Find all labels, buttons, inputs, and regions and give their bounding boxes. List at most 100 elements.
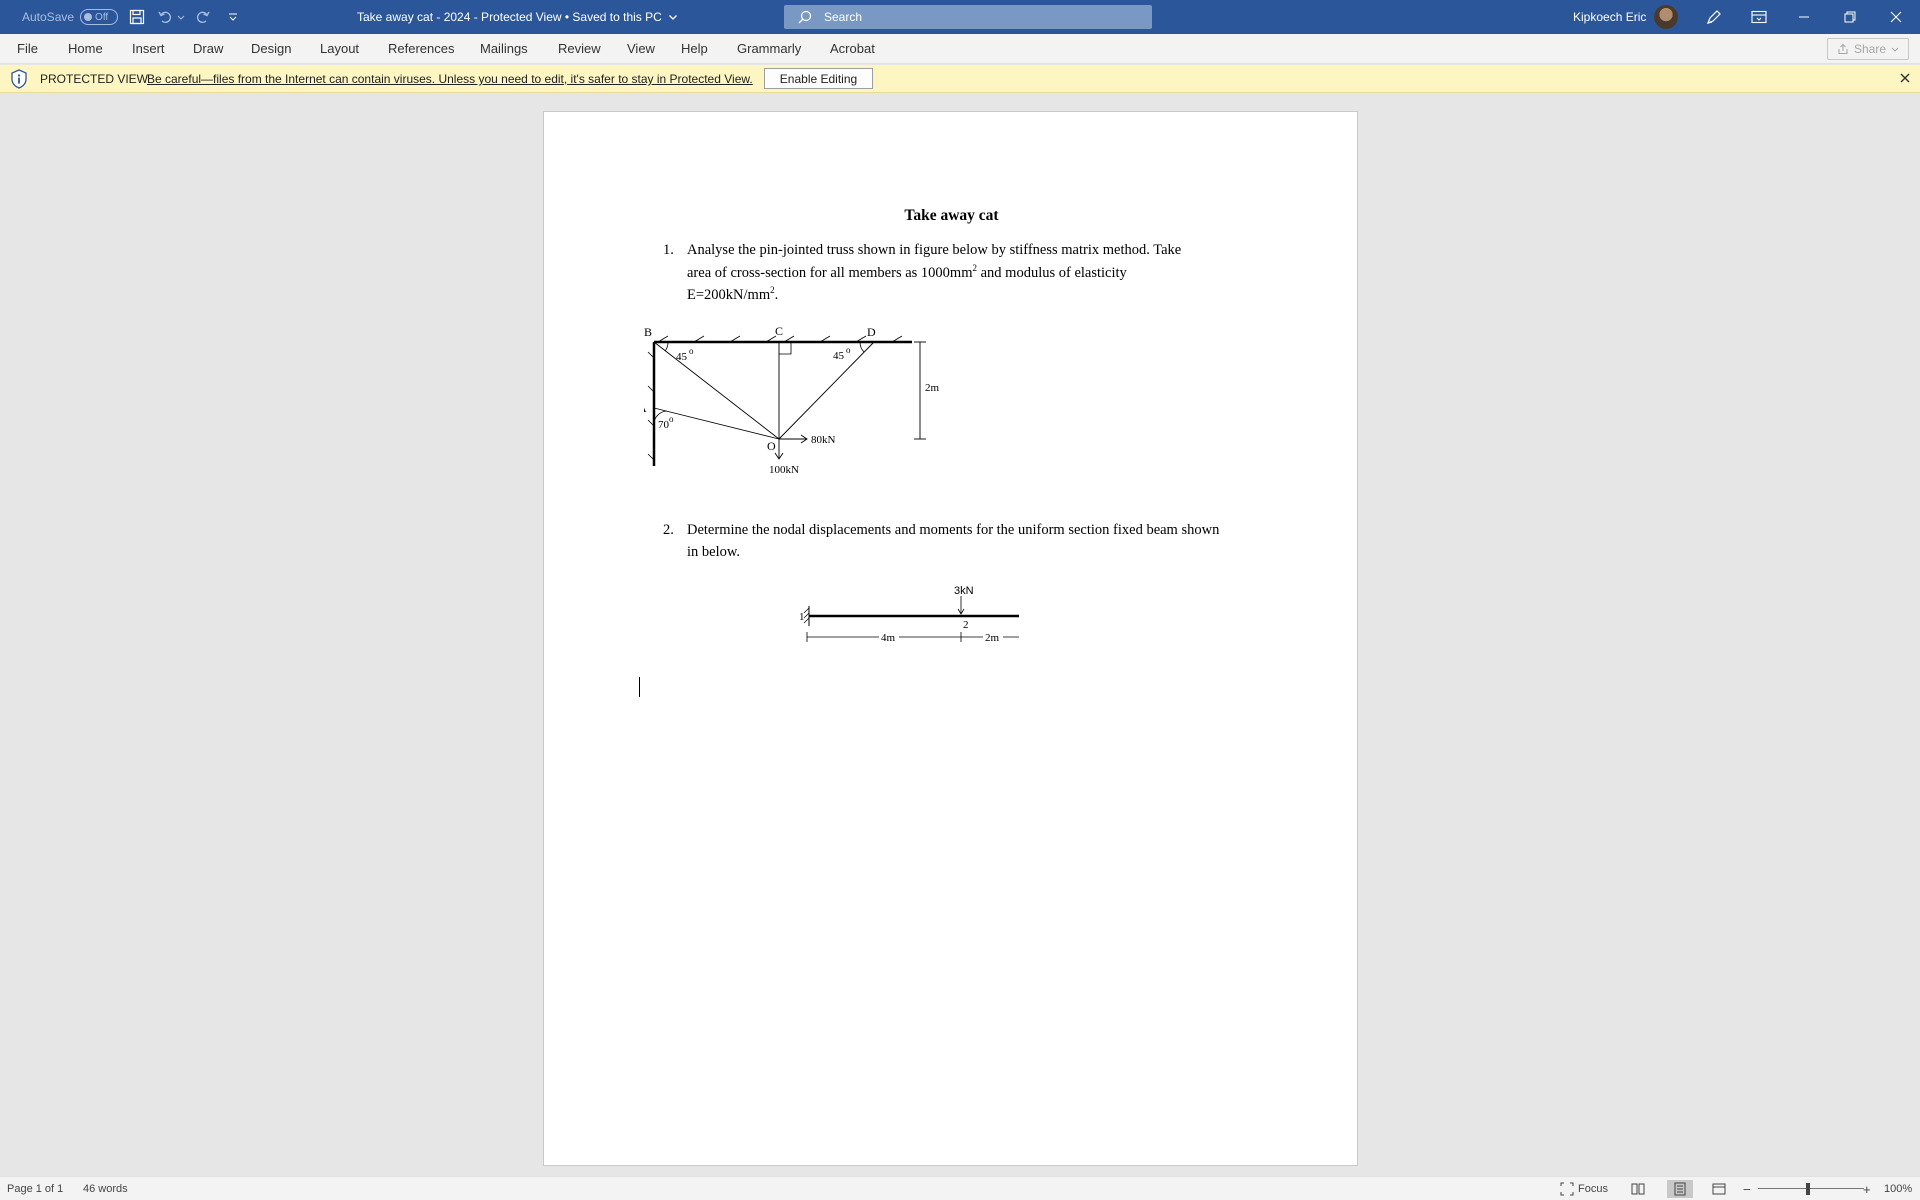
minimize-button[interactable]	[1781, 0, 1827, 34]
question-2-line-2: in below.	[687, 544, 741, 560]
read-mode-button[interactable]	[1625, 1180, 1651, 1198]
pen-icon[interactable]	[1703, 7, 1725, 27]
q1-line2-b: and modulus of elasticity	[976, 264, 1127, 281]
customize-quick-access-icon[interactable]	[224, 8, 242, 26]
autosave-switch[interactable]: Off	[80, 9, 119, 25]
angle-arc-b	[664, 341, 669, 352]
angle-d-degree: o	[846, 345, 851, 355]
span-2-label: 2m	[985, 632, 1000, 644]
title-bar: AutoSave Off Take away cat - 2024 - Prot…	[0, 0, 1920, 34]
question-1-line-3: E=200kN/mm2.	[687, 285, 778, 304]
chevron-down-icon	[668, 15, 677, 20]
word-count[interactable]: 46 words	[83, 1177, 128, 1200]
close-icon	[1890, 11, 1902, 23]
label-c: C	[775, 324, 783, 338]
avatar[interactable]	[1654, 5, 1678, 29]
share-icon	[1838, 43, 1848, 54]
zoom-in-button[interactable]: +	[1863, 1177, 1871, 1200]
label-d: D	[867, 325, 876, 339]
q1-line3-b: .	[774, 286, 779, 303]
label-o: O	[767, 439, 776, 453]
right-angle-mark	[779, 342, 792, 355]
autosave-toggle[interactable]: AutoSave Off	[22, 0, 119, 34]
restore-icon	[1844, 11, 1856, 23]
print-layout-icon	[1674, 1182, 1686, 1196]
chevron-down-icon	[1891, 47, 1899, 52]
focus-label: Focus	[1578, 1183, 1608, 1195]
zoom-out-button[interactable]: −	[1743, 1177, 1751, 1200]
share-button[interactable]: Share	[1827, 38, 1909, 60]
restore-button[interactable]	[1827, 0, 1873, 34]
load-3kn-label: 3kN	[954, 585, 974, 597]
tab-layout[interactable]: Layout	[320, 34, 359, 64]
height-label: 2m	[925, 382, 940, 394]
text-cursor	[639, 677, 640, 697]
close-icon[interactable]	[1896, 69, 1914, 87]
question-2-number: 2.	[663, 522, 674, 538]
close-window-button[interactable]	[1873, 0, 1919, 34]
page-count[interactable]: Page 1 of 1	[7, 1177, 63, 1200]
tab-mailings[interactable]: Mailings	[480, 34, 528, 64]
q1-line3-a: E=200kN/mm	[687, 286, 771, 303]
web-layout-button[interactable]	[1706, 1180, 1732, 1198]
question-2-line-1: Determine the nodal displacements and mo…	[687, 522, 1220, 538]
tab-review[interactable]: Review	[558, 34, 601, 64]
protected-view-message[interactable]: Be careful—files from the Internet can c…	[147, 65, 753, 93]
node-1-label: 1	[799, 611, 805, 623]
angle-d: 45	[833, 350, 845, 362]
ribbon-tabs: File Home Insert Draw Design Layout Refe…	[0, 34, 1920, 64]
web-layout-icon	[1712, 1183, 1726, 1195]
node-2-label: 2	[963, 619, 969, 631]
question-1-number: 1.	[663, 242, 674, 258]
share-label: Share	[1853, 42, 1887, 56]
tab-help[interactable]: Help	[681, 34, 708, 64]
autosave-state: Off	[95, 11, 109, 23]
protected-view-bar: PROTECTED VIEW Be careful—files from the…	[0, 65, 1920, 93]
status-bar: Page 1 of 1 46 words Focus − + 100%	[0, 1176, 1920, 1200]
span-1-label: 4m	[881, 632, 896, 644]
document-page[interactable]: Take away cat 1. Analyse the pin-jointed…	[543, 111, 1358, 1166]
document-title[interactable]: Take away cat - 2024 - Protected View • …	[357, 0, 678, 34]
tab-insert[interactable]: Insert	[132, 34, 165, 64]
document-heading: Take away cat	[904, 207, 999, 224]
search-placeholder: Search	[824, 10, 863, 24]
question-1-line-2: area of cross-section for all members as…	[687, 263, 1127, 282]
tab-references[interactable]: References	[388, 34, 454, 64]
truss-diagram: B C D A O 45 o 45 o 70 o 2m 80kN 100kN	[644, 324, 940, 476]
document-title-text: Take away cat - 2024 - Protected View • …	[357, 10, 662, 24]
question-1-line-1: Analyse the pin-jointed truss shown in f…	[687, 242, 1182, 258]
tab-acrobat[interactable]: Acrobat	[830, 34, 875, 64]
tab-view[interactable]: View	[627, 34, 655, 64]
minimize-icon	[1799, 16, 1809, 18]
undo-icon[interactable]	[156, 8, 174, 26]
enable-editing-button[interactable]: Enable Editing	[764, 68, 873, 89]
read-mode-icon	[1631, 1183, 1645, 1195]
redo-icon[interactable]	[194, 8, 212, 26]
zoom-slider-thumb[interactable]	[1806, 1183, 1810, 1195]
focus-button[interactable]: Focus	[1560, 1177, 1608, 1200]
user-name[interactable]: Kipkoech Eric	[1573, 0, 1646, 34]
focus-icon	[1560, 1182, 1574, 1196]
print-layout-button[interactable]	[1667, 1180, 1693, 1198]
autosave-label: AutoSave	[22, 10, 75, 24]
zoom-level[interactable]: 100%	[1884, 1177, 1912, 1200]
tab-design[interactable]: Design	[251, 34, 291, 64]
tab-draw[interactable]: Draw	[193, 34, 223, 64]
q1-line2-a: area of cross-section for all members as…	[687, 264, 973, 281]
zoom-slider[interactable]	[1758, 1188, 1864, 1189]
angle-a-degree: o	[669, 414, 674, 424]
protected-view-label: PROTECTED VIEW	[40, 72, 149, 86]
angle-b-degree: o	[689, 346, 694, 356]
search-box[interactable]: Search	[784, 5, 1152, 29]
tab-home[interactable]: Home	[68, 34, 103, 64]
undo-dropdown-icon[interactable]	[176, 8, 186, 26]
tab-grammarly[interactable]: Grammarly	[737, 34, 801, 64]
load-100kn-label: 100kN	[769, 464, 799, 476]
save-icon[interactable]	[128, 8, 146, 26]
info-icon	[11, 69, 27, 89]
tab-file[interactable]: File	[17, 34, 38, 64]
angle-a: 70	[658, 419, 670, 431]
label-b: B	[644, 325, 652, 339]
ribbon-display-options-icon[interactable]	[1748, 7, 1770, 27]
member-do	[778, 341, 875, 440]
